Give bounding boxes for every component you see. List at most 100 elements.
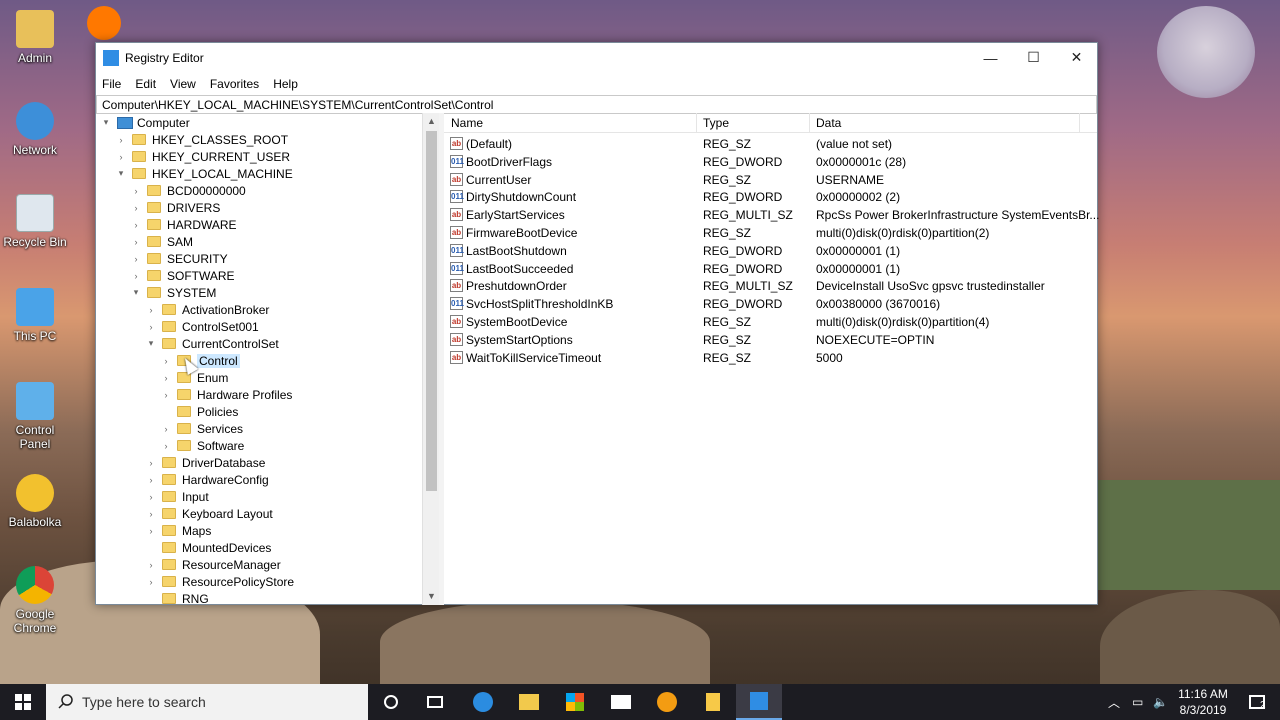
expand-toggle-icon[interactable]: › — [131, 237, 141, 247]
expand-toggle-icon[interactable]: › — [146, 305, 156, 315]
expand-toggle-icon[interactable]: › — [131, 220, 141, 230]
desktop-icon-chrome[interactable]: Google Chrome — [2, 566, 68, 635]
menu-edit[interactable]: Edit — [135, 77, 156, 91]
expand-toggle-icon[interactable]: ▾ — [101, 117, 111, 128]
taskbar-mail[interactable] — [598, 684, 644, 720]
tree-node[interactable]: › ResourcePolicyStore — [146, 573, 295, 590]
expand-toggle-icon[interactable]: › — [146, 492, 156, 502]
maximize-button[interactable]: ☐ — [1012, 43, 1055, 72]
column-separator[interactable] — [696, 113, 697, 133]
value-row[interactable]: 011 LastBootShutdown REG_DWORD 0x00000001 (… — [444, 242, 1084, 260]
tree-node[interactable]: › ActivationBroker — [146, 301, 270, 318]
tree-node[interactable]: › HARDWARE — [131, 216, 237, 233]
tree-node[interactable]: › Services — [161, 420, 244, 437]
tree-node[interactable]: › Software — [161, 437, 245, 454]
column-header-data[interactable]: Data — [816, 116, 841, 130]
taskbar-app-orange[interactable] — [644, 684, 690, 720]
tree-node[interactable]: MountedDevices — [146, 539, 271, 556]
expand-toggle-icon[interactable]: ▾ — [146, 338, 156, 349]
taskbar-edge[interactable] — [460, 684, 506, 720]
expand-toggle-icon[interactable]: › — [131, 254, 141, 264]
desktop-icon-recycle-bin[interactable]: Recycle Bin — [2, 194, 68, 249]
value-row[interactable]: ab FirmwareBootDevice REG_SZ multi(0)disk(0… — [444, 224, 1084, 242]
value-row[interactable]: 011 BootDriverFlags REG_DWORD 0x0000001c (2… — [444, 153, 1084, 171]
tree-node[interactable]: ▾ HKEY_LOCAL_MACHINE — [116, 165, 293, 182]
desktop-icon-avast[interactable] — [84, 6, 124, 43]
column-header-type[interactable]: Type — [703, 116, 729, 130]
expand-toggle-icon[interactable]: › — [146, 458, 156, 468]
menu-favorites[interactable]: Favorites — [210, 77, 259, 91]
tree-node[interactable]: › ControlSet001 — [146, 318, 259, 335]
tree-node[interactable]: › SECURITY — [131, 250, 228, 267]
value-row[interactable]: 011 DirtyShutdownCount REG_DWORD 0x00000002… — [444, 188, 1084, 206]
column-separator[interactable] — [1079, 113, 1080, 133]
expand-toggle-icon[interactable] — [161, 407, 171, 417]
cortana-button[interactable] — [368, 684, 414, 720]
action-center-button[interactable]: 2 — [1234, 684, 1280, 720]
value-row[interactable]: 011 LastBootSucceeded REG_DWORD 0x00000001 … — [444, 260, 1084, 278]
expand-toggle-icon[interactable]: › — [161, 441, 171, 451]
address-bar[interactable]: Computer\HKEY_LOCAL_MACHINE\SYSTEM\Curre… — [96, 95, 1097, 114]
expand-toggle-icon[interactable]: › — [146, 526, 156, 536]
expand-toggle-icon[interactable]: › — [116, 135, 126, 145]
menu-view[interactable]: View — [170, 77, 196, 91]
title-bar[interactable]: Registry Editor — ☐ ✕ — [96, 43, 1097, 73]
desktop-icon-balabolka[interactable]: Balabolka — [2, 474, 68, 529]
expand-toggle-icon[interactable]: ▾ — [131, 287, 141, 298]
value-row[interactable]: 011 SvcHostSplitThresholdInKB REG_DWORD 0x0… — [444, 295, 1084, 313]
desktop-icon-admin[interactable]: Admin — [2, 10, 68, 65]
desktop-icon-network[interactable]: Network — [2, 102, 68, 157]
expand-toggle-icon[interactable]: › — [146, 322, 156, 332]
expand-toggle-icon[interactable]: › — [146, 475, 156, 485]
tree-node[interactable]: › DriverDatabase — [146, 454, 266, 471]
taskbar-folder-shortcut[interactable] — [690, 684, 736, 720]
expand-toggle-icon[interactable]: › — [131, 271, 141, 281]
expand-toggle-icon[interactable]: › — [146, 509, 156, 519]
tree-node[interactable]: › Input — [146, 488, 209, 505]
taskbar-file-explorer[interactable] — [506, 684, 552, 720]
menu-file[interactable]: File — [102, 77, 121, 91]
scroll-up-arrow-icon[interactable]: ▲ — [423, 113, 440, 130]
value-row[interactable]: ab SystemBootDevice REG_SZ multi(0)disk(0)r… — [444, 313, 1084, 331]
chevron-up-icon[interactable]: ︿ — [1108, 694, 1120, 711]
task-view-button[interactable] — [412, 684, 458, 720]
expand-toggle-icon[interactable]: › — [146, 560, 156, 570]
expand-toggle-icon[interactable]: › — [161, 373, 171, 383]
column-separator[interactable] — [809, 113, 810, 133]
value-row[interactable]: ab PreshutdownOrder REG_MULTI_SZ DeviceInst… — [444, 277, 1084, 295]
value-row[interactable]: ab CurrentUser REG_SZ USERNAME — [444, 171, 1084, 189]
expand-toggle-icon[interactable]: › — [161, 390, 171, 400]
value-row[interactable]: ab (Default) REG_SZ (value not set) — [444, 135, 1084, 153]
column-header-name[interactable]: Name — [451, 116, 483, 130]
tree-node[interactable]: › Enum — [161, 369, 229, 386]
tree-node[interactable]: › SAM — [131, 233, 194, 250]
tree-node[interactable]: ▾ CurrentControlSet — [146, 335, 279, 352]
tree-node[interactable]: ▾ SYSTEM — [131, 284, 217, 301]
expand-toggle-icon[interactable]: ▾ — [116, 168, 126, 179]
expand-toggle-icon[interactable] — [146, 543, 156, 553]
tree-node[interactable]: › SOFTWARE — [131, 267, 235, 284]
tree-node[interactable]: › Hardware Profiles — [161, 386, 293, 403]
expand-toggle-icon[interactable]: › — [131, 203, 141, 213]
taskbar-clock[interactable]: 11:16 AM 8/3/2019 — [1170, 686, 1236, 718]
value-row[interactable]: ab SystemStartOptions REG_SZ NOEXECUTE=OPT… — [444, 331, 1084, 349]
start-button[interactable] — [0, 684, 46, 720]
value-row[interactable]: ab WaitToKillServiceTimeout REG_SZ 5000 — [444, 349, 1084, 367]
taskbar-registry-editor[interactable] — [736, 684, 782, 720]
tree-node[interactable]: › Maps — [146, 522, 212, 539]
tree-node[interactable]: › ResourceManager — [146, 556, 281, 573]
tree-node[interactable]: › HardwareConfig — [146, 471, 269, 488]
tree-node[interactable]: › Keyboard Layout — [146, 505, 273, 522]
tree-node[interactable]: › Control — [161, 352, 240, 369]
expand-toggle-icon[interactable] — [146, 594, 156, 604]
value-row[interactable]: ab EarlyStartServices REG_MULTI_SZ RpcSs Po… — [444, 206, 1099, 224]
scroll-thumb[interactable] — [426, 131, 437, 491]
taskbar-store[interactable] — [552, 684, 598, 720]
expand-toggle-icon[interactable]: › — [116, 152, 126, 162]
tree-node[interactable]: › HKEY_CURRENT_USER — [116, 148, 291, 165]
tree-scrollbar[interactable]: ▲ ▼ — [422, 113, 439, 605]
expand-toggle-icon[interactable]: › — [146, 577, 156, 587]
tree-node[interactable]: › DRIVERS — [131, 199, 221, 216]
expand-toggle-icon[interactable]: › — [161, 424, 171, 434]
desktop-icon-this-pc[interactable]: This PC — [2, 288, 68, 343]
